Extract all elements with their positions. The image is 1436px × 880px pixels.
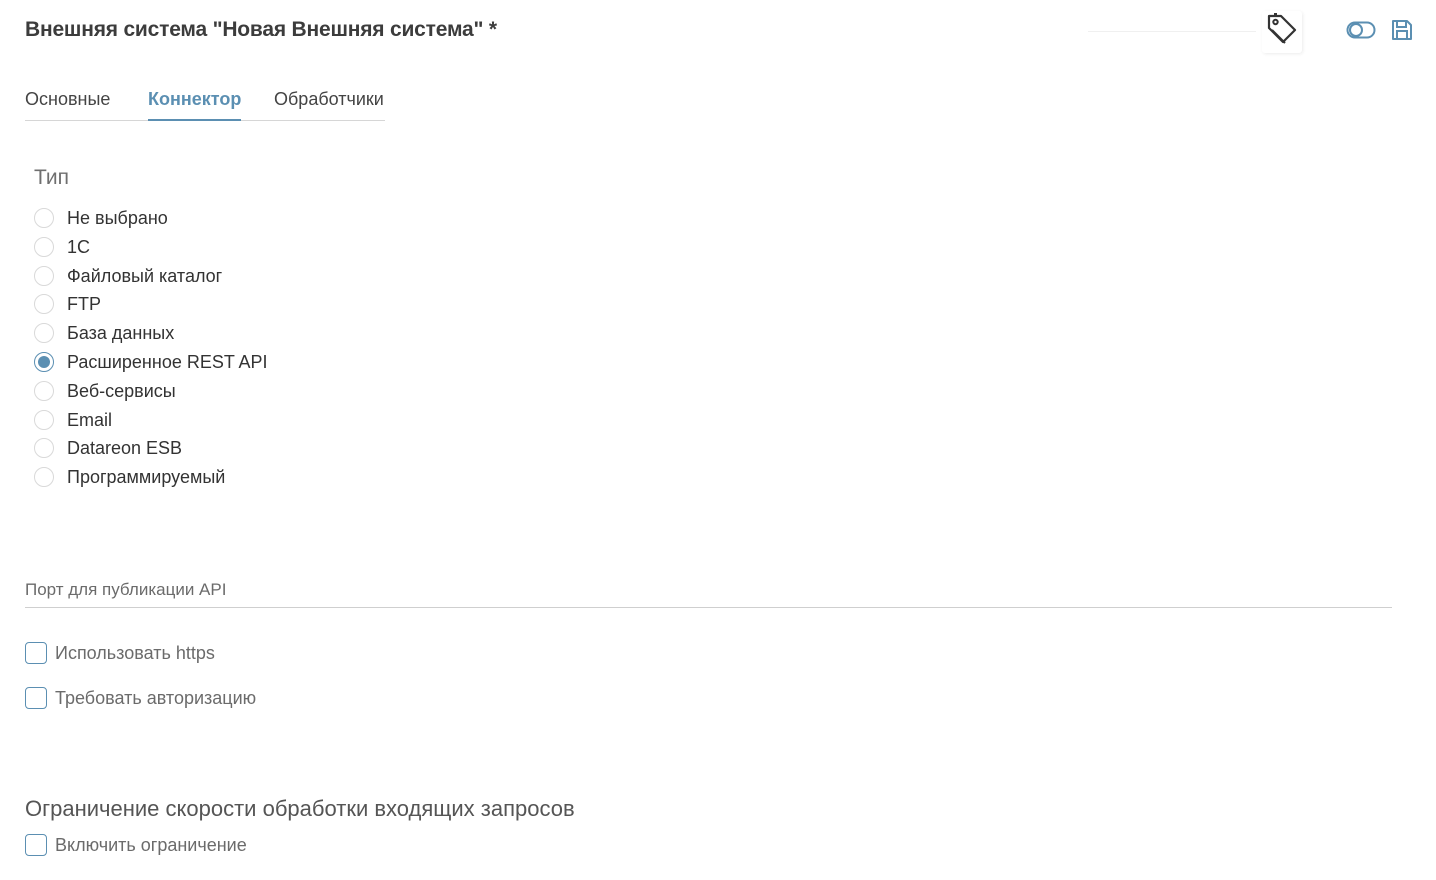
radio-label: Файловый каталог: [67, 265, 223, 286]
radio-label: 1C: [67, 236, 91, 257]
tab-connector[interactable]: Коннектор: [148, 89, 242, 121]
radio-option-extended-rest-api[interactable]: Расширенное REST API: [34, 350, 268, 374]
tags-button[interactable]: [1262, 11, 1302, 53]
radio-button[interactable]: [34, 467, 54, 487]
radio-option-database[interactable]: База данных: [34, 321, 174, 345]
type-group-label: Тип: [34, 166, 70, 189]
radio-option-file-catalog[interactable]: Файловый каталог: [34, 264, 222, 288]
save-icon: [1390, 18, 1414, 47]
header-divider: [1088, 31, 1256, 32]
radio-label: Веб-сервисы: [67, 380, 176, 401]
api-port-label: Порт для публикации API: [25, 580, 227, 599]
radio-option-1c[interactable]: 1C: [34, 235, 90, 259]
radio-option-not-selected[interactable]: Не выбрано: [34, 206, 168, 230]
radio-label: Расширенное REST API: [67, 351, 268, 372]
radio-button[interactable]: [34, 266, 54, 286]
radio-option-ftp[interactable]: FTP: [34, 292, 101, 316]
radio-label: Не выбрано: [67, 207, 168, 228]
tab-handlers[interactable]: Обработчики: [274, 89, 384, 119]
radio-label: Datareon ESB: [67, 437, 183, 458]
use-https-label: Использовать https: [55, 642, 215, 663]
external-system-page: Внешняя система "Новая Внешняя система" …: [0, 0, 1436, 880]
radio-option-programmable[interactable]: Программируемый: [34, 465, 225, 489]
require-auth-checkbox[interactable]: [25, 687, 47, 709]
radio-label: FTP: [67, 293, 101, 314]
tag-icon: [1265, 12, 1299, 53]
toggle-button[interactable]: [1346, 20, 1376, 44]
radio-button[interactable]: [34, 237, 54, 257]
toggle-icon: [1346, 20, 1376, 45]
radio-option-datareon-esb[interactable]: Datareon ESB: [34, 436, 182, 460]
use-https-checkbox[interactable]: [25, 642, 47, 664]
tab-general[interactable]: Основные: [25, 89, 110, 119]
enable-rate-limit-checkbox[interactable]: [25, 834, 47, 856]
api-port-field[interactable]: Порт для публикации API: [25, 578, 1392, 608]
radio-button-checked[interactable]: [34, 352, 54, 372]
radio-label: Программируемый: [67, 466, 226, 487]
radio-label: База данных: [67, 322, 175, 343]
radio-button[interactable]: [34, 381, 54, 401]
radio-button[interactable]: [34, 323, 54, 343]
rate-limit-section-title: Ограничение скорости обработки входящих …: [25, 796, 575, 821]
enable-rate-limit-option[interactable]: Включить ограничение: [25, 833, 247, 857]
require-auth-option[interactable]: Требовать авторизацию: [25, 686, 256, 710]
enable-rate-limit-label: Включить ограничение: [55, 834, 247, 855]
radio-option-email[interactable]: Email: [34, 408, 112, 432]
radio-button[interactable]: [34, 438, 54, 458]
require-auth-label: Требовать авторизацию: [55, 687, 257, 708]
use-https-option[interactable]: Использовать https: [25, 641, 215, 665]
page-title: Внешняя система "Новая Внешняя система" …: [25, 18, 497, 41]
radio-option-web-services[interactable]: Веб-сервисы: [34, 379, 176, 403]
radio-button[interactable]: [34, 410, 54, 430]
radio-label: Email: [67, 409, 113, 430]
tab-bar: Основные Коннектор Обработчики: [25, 86, 385, 121]
save-button[interactable]: [1389, 19, 1415, 45]
radio-button[interactable]: [34, 294, 54, 314]
radio-button[interactable]: [34, 208, 54, 228]
